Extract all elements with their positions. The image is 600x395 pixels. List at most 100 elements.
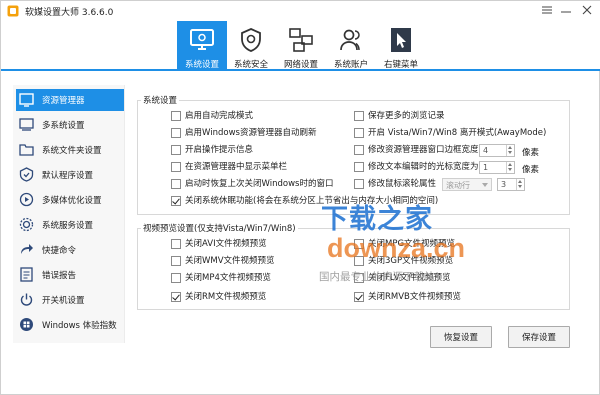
option-label: 开启 Vista/Win7/Win8 离开模式(AwayMode) xyxy=(368,128,547,138)
checkbox[interactable] xyxy=(171,128,181,138)
minimize-icon xyxy=(561,11,571,13)
minimize-button[interactable] xyxy=(558,3,574,17)
users-icon xyxy=(340,29,360,51)
checkbox[interactable] xyxy=(354,162,364,172)
sidebar-item-default-program[interactable]: 默认程序设置 xyxy=(16,164,124,186)
option-label: 启用Windows资源管理器自动刷新 xyxy=(185,128,317,138)
menu-icon xyxy=(542,6,552,14)
tab-network-settings[interactable]: 网络设置 xyxy=(276,21,326,71)
checkbox[interactable] xyxy=(171,273,181,283)
checkbox[interactable] xyxy=(171,179,181,189)
close-icon xyxy=(582,5,592,15)
option-label: 在资源管理器中显示菜单栏 xyxy=(185,162,288,172)
cursor-width-stepper[interactable]: 1 xyxy=(479,161,515,174)
explorer-icon xyxy=(19,93,34,107)
watermark-slogan: 国内最专业的资源下载站！ xyxy=(319,271,445,283)
sidebar-item-shortcut[interactable]: 快捷命令 xyxy=(16,239,124,261)
watermark-url: downza.cn xyxy=(327,233,466,263)
checkbox[interactable] xyxy=(171,256,181,266)
close-button[interactable] xyxy=(579,3,595,17)
restore-settings-button[interactable]: 恢复设置 xyxy=(430,326,492,348)
sidebar-item-label: 系统服务设置 xyxy=(42,221,94,231)
sidebar-item-error-report[interactable]: 错误报告 xyxy=(16,264,124,286)
checkbox[interactable] xyxy=(171,145,181,155)
sidebar-item-label: 多媒体优化设置 xyxy=(42,196,102,206)
checkbox[interactable] xyxy=(354,292,364,302)
border-width-unit: 像素 xyxy=(522,148,540,158)
tab-label: 系统设置 xyxy=(184,60,219,70)
stepper-arrows[interactable] xyxy=(506,162,514,173)
save-settings-button[interactable]: 保存设置 xyxy=(508,326,570,348)
tab-label: 网络设置 xyxy=(283,60,318,70)
power-icon xyxy=(20,293,33,306)
sidebar: 资源管理器 多系统设置 系统文件夹设置 默认程序设置 多媒体优化设置 系统服务设… xyxy=(13,85,125,343)
sidebar-item-label: Windows 体验指数 xyxy=(42,321,117,331)
option-label: 关闭AVI文件视频预览 xyxy=(185,239,267,249)
sidebar-item-label: 资源管理器 xyxy=(42,96,85,106)
sidebar-item-explorer[interactable]: 资源管理器 xyxy=(16,89,124,111)
system-settings-group-title: 系统设置 xyxy=(141,94,180,106)
sidebar-item-label: 错误报告 xyxy=(42,271,77,281)
settings-display-icon xyxy=(190,29,214,50)
scroll-mode-select[interactable]: 滚动行 xyxy=(442,178,492,191)
checkbox[interactable] xyxy=(171,196,181,206)
option-label: 修改鼠标滚轮属性 xyxy=(368,179,437,189)
sidebar-item-multimedia[interactable]: 多媒体优化设置 xyxy=(16,189,124,211)
shortcut-icon xyxy=(21,244,33,254)
title-bar: 软媒设置大师 3.6.6.0 xyxy=(1,1,600,21)
tab-label: 系统安全 xyxy=(233,60,268,70)
checkbox[interactable] xyxy=(171,111,181,121)
stepper-arrows[interactable] xyxy=(506,145,514,156)
sidebar-item-services[interactable]: 系统服务设置 xyxy=(16,214,124,236)
sidebar-item-label: 多系统设置 xyxy=(42,121,85,131)
service-icon xyxy=(19,217,34,232)
sidebar-item-label: 快捷命令 xyxy=(42,246,77,256)
option-label: 保存更多的浏览记录 xyxy=(368,111,445,121)
sidebar-item-system-folder[interactable]: 系统文件夹设置 xyxy=(16,139,124,161)
option-label: 关闭MP4文件视频预览 xyxy=(185,273,271,283)
tab-label: 右键菜单 xyxy=(383,60,418,70)
report-icon xyxy=(20,267,33,282)
window-title: 软媒设置大师 3.6.6.0 xyxy=(25,8,114,18)
stepper-value: 3 xyxy=(501,180,507,189)
option-label: 关闭RM文件视频预览 xyxy=(185,292,267,302)
scroll-lines-stepper[interactable]: 3 xyxy=(497,178,525,191)
windows-icon xyxy=(20,318,33,331)
sidebar-item-power[interactable]: 开关机设置 xyxy=(16,289,124,311)
checkbox[interactable] xyxy=(171,239,181,249)
folder-icon xyxy=(19,144,34,156)
tab-system-settings[interactable]: 系统设置 xyxy=(177,21,227,71)
skin-button[interactable] xyxy=(539,3,555,17)
checkbox[interactable] xyxy=(171,292,181,302)
tab-context-menu[interactable]: 右键菜单 xyxy=(376,21,426,71)
cursor-menu-icon xyxy=(391,28,411,52)
option-label: 修改文本编辑时的光标宽度为 xyxy=(368,162,479,172)
tab-system-accounts[interactable]: 系统账户 xyxy=(326,21,376,71)
stepper-value: 1 xyxy=(483,163,489,172)
sidebar-item-multi-system[interactable]: 多系统设置 xyxy=(16,114,124,136)
checkbox[interactable] xyxy=(354,179,364,189)
tab-system-security[interactable]: 系统安全 xyxy=(226,21,276,71)
checkbox[interactable] xyxy=(354,128,364,138)
border-width-stepper[interactable]: 4 xyxy=(479,144,515,157)
media-icon xyxy=(19,192,34,207)
checkbox[interactable] xyxy=(354,145,364,155)
option-label: 启动时恢复上次关闭Windows时的窗口 xyxy=(185,179,334,189)
option-label: 修改资源管理器窗口边框宽度 xyxy=(368,145,479,155)
sidebar-item-label: 默认程序设置 xyxy=(42,171,94,181)
option-label: 关闭RMVB文件视频预览 xyxy=(368,292,461,302)
cursor-width-unit: 像素 xyxy=(522,165,540,175)
stepper-arrows[interactable] xyxy=(516,179,524,190)
checkbox[interactable] xyxy=(171,162,181,172)
select-value: 滚动行 xyxy=(446,181,470,190)
stepper-value: 4 xyxy=(483,146,489,155)
option-label: 关闭WMV文件视频预览 xyxy=(185,256,275,266)
video-preview-group-title: 视频预览设置(仅支持Vista/Win7/Win8) xyxy=(141,222,298,234)
sidebar-item-label: 开关机设置 xyxy=(42,296,85,306)
app-logo-icon xyxy=(7,5,19,17)
network-icon xyxy=(289,28,313,52)
sidebar-item-windows-index[interactable]: Windows 体验指数 xyxy=(16,314,124,336)
tab-label: 系统账户 xyxy=(333,60,368,70)
sidebar-item-label: 系统文件夹设置 xyxy=(42,146,102,156)
checkbox[interactable] xyxy=(354,111,364,121)
